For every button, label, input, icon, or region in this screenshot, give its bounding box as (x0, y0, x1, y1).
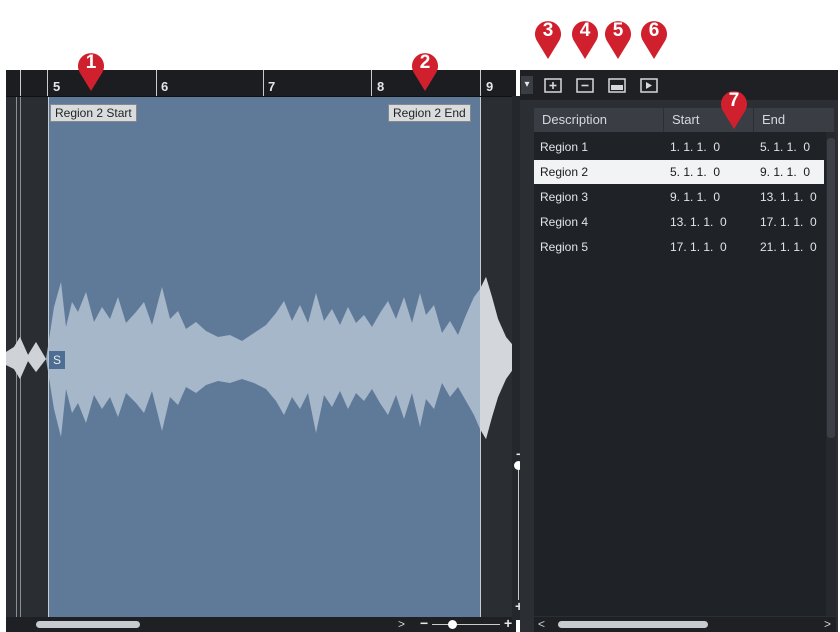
callout-number: 3 (542, 20, 554, 41)
vertical-zoom-track[interactable] (518, 468, 519, 600)
row-start: 9. 1. 1. 0 (670, 190, 721, 204)
table-row[interactable]: Region 1 1. 1. 1. 0 5. 1. 1. 0 (534, 135, 824, 159)
regions-panel: ▾ Description Start End Region 1 1. 1. 1… (520, 70, 838, 632)
scroll-right-arrow[interactable]: > (824, 617, 831, 632)
region-end-label: Region 2 End (388, 104, 471, 122)
callout-number: 7 (728, 90, 740, 111)
callout-marker-3: 3 (533, 16, 563, 60)
remove-region-icon[interactable] (576, 77, 594, 93)
row-start: 13. 1. 1. 0 (670, 215, 727, 229)
table-row[interactable]: Region 5 17. 1. 1. 0 21. 1. 1. 0 (534, 235, 824, 259)
create-event-icon[interactable] (608, 77, 626, 93)
scrollbar-thumb[interactable] (827, 138, 835, 438)
table-row[interactable]: Region 2 5. 1. 1. 0 9. 1. 1. 0 (534, 160, 824, 184)
ruler-bar-number: 9 (486, 79, 494, 94)
callout-number: 2 (419, 52, 431, 73)
row-end: 17. 1. 1. 0 (760, 215, 817, 229)
zoom-out-button[interactable]: − (420, 616, 428, 631)
table-vertical-scrollbar[interactable] (826, 132, 836, 616)
zoom-in-button[interactable]: + (504, 616, 512, 631)
regions-toolbar: ▾ (520, 70, 838, 100)
callout-marker-4: 4 (570, 16, 600, 60)
table-row[interactable]: Region 4 13. 1. 1. 0 17. 1. 1. 0 (534, 210, 824, 234)
callout-marker-2: 2 (410, 48, 440, 92)
ruler-bar-number: 8 (377, 79, 385, 94)
column-header-description[interactable]: Description (534, 108, 664, 132)
play-region-icon[interactable] (640, 77, 658, 93)
scrollbar-thumb[interactable] (36, 621, 140, 628)
ruler-tick (156, 70, 157, 96)
row-description: Region 5 (540, 240, 589, 254)
ruler-bar-number: 5 (53, 79, 61, 94)
zoom-slider-handle[interactable] (448, 620, 457, 629)
callout-marker-5: 5 (603, 16, 633, 60)
add-region-icon[interactable] (544, 77, 562, 93)
row-start: 17. 1. 1. 0 (670, 240, 727, 254)
audio-waveform (6, 277, 516, 439)
region-start-label: Region 2 Start (50, 104, 137, 122)
callout-number: 5 (612, 20, 624, 41)
ruler-tick (20, 70, 21, 96)
scroll-right-arrow[interactable]: > (398, 617, 405, 632)
row-end: 13. 1. 1. 0 (760, 190, 817, 204)
ruler-tick (480, 70, 481, 96)
scroll-left-arrow[interactable]: < (538, 617, 545, 632)
column-header-end[interactable]: End (754, 108, 834, 132)
zoom-slider-track[interactable] (432, 624, 500, 625)
scrollbar-thumb[interactable] (558, 621, 708, 628)
table-row[interactable]: Region 3 9. 1. 1. 0 13. 1. 1. 0 (534, 185, 824, 209)
callout-number: 6 (648, 20, 660, 41)
callout-marker-6: 6 (639, 16, 669, 60)
panel-menu-dropdown[interactable]: ▾ (521, 76, 533, 94)
callout-number: 4 (579, 20, 591, 41)
callout-marker-1: 1 (76, 48, 106, 92)
ruler-tick (263, 70, 264, 96)
ruler-tick (371, 70, 372, 96)
row-description: Region 2 (540, 165, 589, 179)
row-start: 1. 1. 1. 0 (670, 140, 721, 154)
row-description: Region 1 (540, 140, 589, 154)
ruler-tick (47, 70, 48, 96)
table-horizontal-scrollbar[interactable]: < > (534, 617, 836, 632)
row-end: 9. 1. 1. 0 (760, 165, 811, 179)
sync-point-marker[interactable]: S (49, 351, 65, 369)
editor-horizontal-scrollbar[interactable]: > − + (6, 616, 516, 632)
ruler-bar-number: 6 (161, 79, 169, 94)
ruler-bar-number: 7 (268, 79, 276, 94)
row-end: 21. 1. 1. 0 (760, 240, 817, 254)
regions-table-header: Description Start End (534, 108, 834, 132)
row-start: 5. 1. 1. 0 (670, 165, 721, 179)
callout-number: 1 (85, 52, 97, 73)
row-description: Region 3 (540, 190, 589, 204)
sample-editor: 5 6 7 8 9 Region 2 Start Region 2 End S … (6, 70, 516, 632)
row-end: 5. 1. 1. 0 (760, 140, 811, 154)
callout-marker-7: 7 (719, 86, 749, 130)
row-description: Region 4 (540, 215, 589, 229)
